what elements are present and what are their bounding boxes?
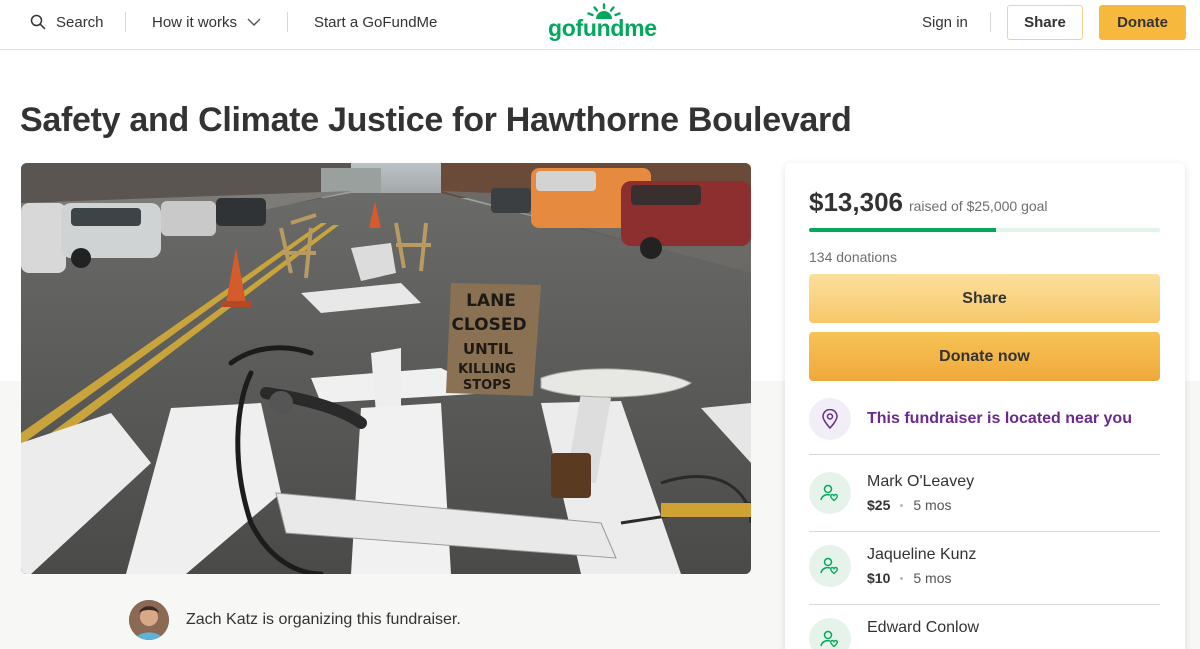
header-share-button[interactable]: Share — [1007, 5, 1083, 40]
sign-text-line-5: STOPS — [463, 378, 511, 393]
raised-summary: $13,306 raised of $25,000 goal — [809, 187, 1048, 218]
donor-item: Mark O'Leavey $25 5 mos — [809, 472, 974, 514]
sign-text-line-3: UNTIL — [463, 340, 514, 358]
location-pin-icon — [809, 398, 851, 440]
sign-text-line-2: CLOSED — [451, 315, 526, 335]
nav-divider — [990, 12, 991, 32]
donor-amount: $10 — [867, 570, 891, 586]
organizer-text: Zach Katz is organizing this fundraiser. — [186, 611, 461, 628]
search-link[interactable]: Search — [30, 0, 104, 44]
progress-bar — [809, 228, 1160, 232]
top-navigation: Search How it works Start a GoFundMe gof… — [0, 0, 1200, 50]
sign-in-link[interactable]: Sign in — [922, 0, 968, 44]
donation-sidebar: $13,306 raised of $25,000 goal 134 donat… — [785, 163, 1185, 649]
nav-divider — [287, 12, 288, 32]
street-scene-illustration: LANE CLOSED UNTIL KILLING STOPS — [21, 163, 751, 574]
donor-item: Edward Conlow — [809, 618, 979, 649]
header-donate-button[interactable]: Donate — [1099, 5, 1186, 40]
donor-heart-icon — [809, 618, 851, 649]
nav-divider — [125, 12, 126, 32]
donor-name: Edward Conlow — [867, 619, 980, 636]
goal-text: raised of $25,000 goal — [908, 198, 1048, 214]
donor-time: 5 mos — [913, 497, 952, 513]
start-fundraiser-link[interactable]: Start a GoFundMe — [314, 0, 437, 44]
donations-count[interactable]: 134 donations — [809, 249, 897, 265]
separator-dot — [900, 503, 904, 507]
sign-in-label: Sign in — [922, 13, 968, 31]
donor-heart-icon — [809, 472, 851, 514]
logo-text: gofundme — [548, 15, 657, 41]
how-it-works-label: How it works — [152, 13, 238, 31]
location-text: This fundraiser is located near you — [867, 410, 1132, 427]
person-avatar-icon — [129, 600, 169, 640]
separator-dot — [900, 576, 904, 580]
organizer-row: Zach Katz is organizing this fundraiser. — [129, 600, 461, 640]
divider — [809, 531, 1160, 532]
donor-amount: $25 — [867, 497, 891, 513]
donor-name: Mark O'Leavey — [867, 473, 975, 490]
raised-amount: $13,306 — [809, 187, 903, 217]
donor-heart-icon — [809, 545, 851, 587]
donate-now-button[interactable]: Donate now — [809, 332, 1160, 381]
chevron-down-icon — [247, 18, 261, 26]
start-label: Start a GoFundMe — [314, 13, 438, 31]
how-it-works-menu[interactable]: How it works — [152, 0, 261, 44]
search-icon — [30, 14, 46, 30]
sign-text-line-4: KILLING — [458, 362, 516, 377]
organizer-avatar[interactable] — [129, 600, 169, 640]
sign-text-line-1: LANE — [466, 291, 516, 311]
donor-time: 5 mos — [913, 570, 952, 586]
progress-bar-fill — [809, 228, 996, 232]
page-title: Safety and Climate Justice for Hawthorne… — [20, 101, 852, 139]
donor-name: Jaqueline Kunz — [867, 546, 977, 563]
divider — [809, 604, 1160, 605]
donor-item: Jaqueline Kunz $10 5 mos — [809, 545, 976, 587]
gofundme-logo[interactable]: gofundme — [548, 3, 660, 45]
campaign-hero-image[interactable]: LANE CLOSED UNTIL KILLING STOPS — [21, 163, 751, 574]
location-notice: This fundraiser is located near you — [809, 398, 1132, 440]
divider — [809, 454, 1160, 455]
share-button[interactable]: Share — [809, 274, 1160, 323]
search-label: Search — [56, 13, 104, 31]
